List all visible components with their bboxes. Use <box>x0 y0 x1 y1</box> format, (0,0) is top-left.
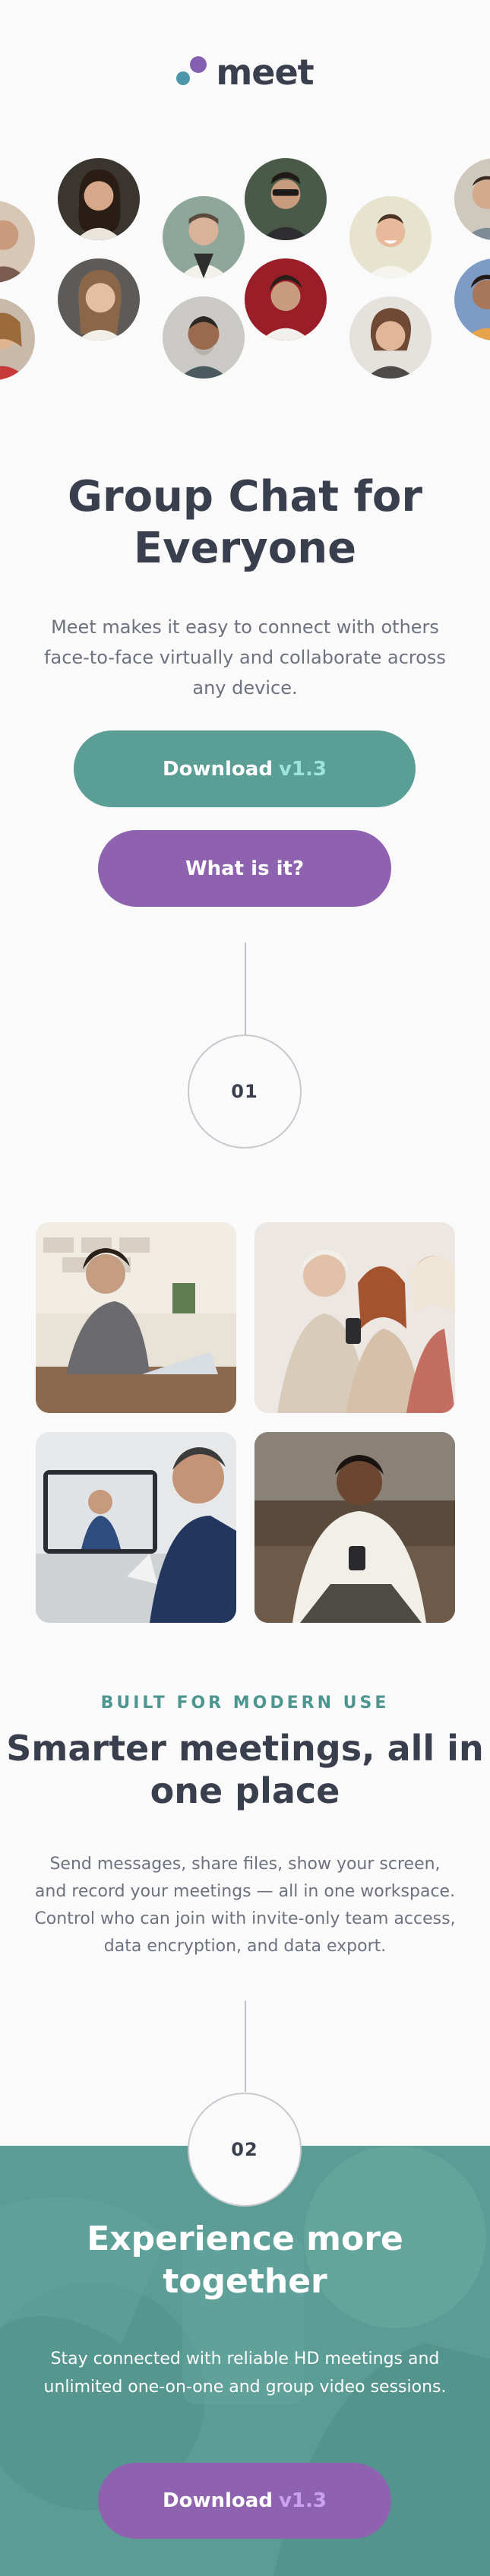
avatar <box>163 196 245 278</box>
avatar <box>163 296 245 379</box>
download-button[interactable]: Download v1.3 <box>74 730 416 807</box>
avatar-cluster <box>0 152 490 395</box>
features-eyebrow: BUILT FOR MODERN USE <box>100 1694 390 1713</box>
avatar <box>349 296 432 379</box>
photo-man-phone <box>254 1432 455 1623</box>
avatar <box>0 298 35 380</box>
avatar <box>245 258 327 341</box>
step-number-01: 01 <box>188 1035 302 1149</box>
photo-woman-laptop <box>36 1222 236 1413</box>
step-connector-line <box>245 2001 246 2092</box>
step-number-02: 02 <box>188 2093 302 2207</box>
logo-mark-icon <box>176 56 208 88</box>
photo-video-call-tablet <box>36 1432 236 1623</box>
photo-women-phone <box>254 1222 455 1413</box>
avatar <box>0 201 35 283</box>
avatar <box>58 258 140 341</box>
avatar <box>58 158 140 240</box>
avatar <box>349 196 432 278</box>
hero-title: Group Chat for Everyone <box>68 472 422 573</box>
brand-name: meet <box>216 52 314 93</box>
cta-download-button[interactable]: Download v1.3 <box>98 2463 391 2539</box>
download-version: v1.3 <box>278 757 327 781</box>
download-label: Download <box>163 2489 273 2512</box>
what-is-it-button[interactable]: What is it? <box>98 830 391 907</box>
avatar <box>245 158 327 240</box>
cta-title: Experience more together <box>87 2220 403 2301</box>
hero-description: Meet makes it easy to connect with other… <box>44 616 446 699</box>
brand-logo[interactable]: meet <box>0 55 490 90</box>
avatar <box>454 258 490 341</box>
avatar <box>454 158 490 240</box>
features-description: Send messages, share files, show your sc… <box>34 1855 456 1956</box>
download-version: v1.3 <box>278 2489 327 2512</box>
cta-description: Stay connected with reliable HD meetings… <box>43 2349 447 2397</box>
features-title: Smarter meetings, all in one place <box>6 1728 484 1811</box>
what-is-it-label: What is it? <box>185 857 305 880</box>
step-connector-line <box>245 943 246 1035</box>
download-label: Download <box>163 757 273 781</box>
